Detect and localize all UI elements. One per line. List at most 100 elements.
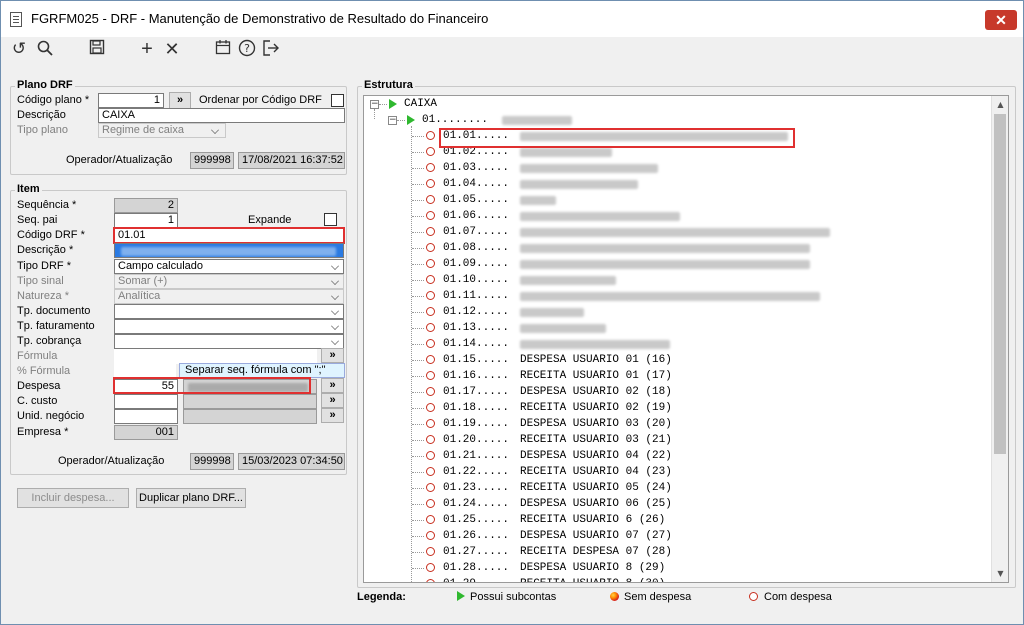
codigo-plano-input[interactable]: 1 xyxy=(98,93,164,108)
seq-pai-input[interactable]: 1 xyxy=(114,213,178,228)
descricao-item-input[interactable] xyxy=(114,243,344,258)
tree-row-desc[interactable]: RECEITA USUARIO 6 (26) xyxy=(520,512,665,528)
tree-row-code[interactable]: 01.05..... xyxy=(443,192,509,208)
formula-lookup-button[interactable]: » xyxy=(321,348,344,363)
calendar-icon[interactable] xyxy=(213,39,233,59)
tree-row-desc[interactable]: DESPESA USUARIO 03 (20) xyxy=(520,416,672,432)
tree-row-code[interactable]: 01.10..... xyxy=(443,272,509,288)
tree-connector xyxy=(412,440,424,441)
despesa-lookup-button[interactable]: » xyxy=(321,378,344,393)
undo-icon[interactable]: ↺ xyxy=(9,39,29,59)
unid-negocio-lookup-button[interactable]: » xyxy=(321,408,344,423)
expande-label: Expande xyxy=(248,214,292,226)
tree-scrollbar[interactable]: ▲ ▼ xyxy=(991,96,1008,582)
tree-row-code[interactable]: 01.29..... xyxy=(443,576,509,582)
tree-row-code[interactable]: 01.19..... xyxy=(443,416,509,432)
tree-row-code[interactable]: 01.23..... xyxy=(443,480,509,496)
tree-connector xyxy=(374,109,375,119)
tree-row-code[interactable]: 01.27..... xyxy=(443,544,509,560)
tree-row-code[interactable]: 01.20..... xyxy=(443,432,509,448)
tree-connector xyxy=(412,168,424,169)
add-icon[interactable]: + xyxy=(137,39,157,59)
collapse-icon[interactable]: − xyxy=(370,100,379,109)
tree-row-redacted xyxy=(520,340,670,349)
ccusto-description xyxy=(183,394,317,409)
tree-row-desc[interactable]: RECEITA USUARIO 02 (19) xyxy=(520,400,672,416)
tree-row-code[interactable]: 01.28..... xyxy=(443,560,509,576)
delete-icon[interactable]: ✕ xyxy=(162,39,182,59)
tipo-drf-select[interactable]: Campo calculado xyxy=(114,259,344,274)
unid-negocio-input[interactable] xyxy=(114,409,178,424)
tp-cobranca-label: Tp. cobrança xyxy=(17,335,82,347)
scroll-down-icon[interactable]: ▼ xyxy=(992,565,1008,582)
collapse-icon[interactable]: − xyxy=(388,116,397,125)
formula-input[interactable] xyxy=(114,349,317,364)
title-bar: FGRFM025 - DRF - Manutenção de Demonstra… xyxy=(1,1,1023,37)
exit-icon[interactable] xyxy=(261,39,281,59)
descricao-plano-input[interactable]: CAIXA xyxy=(98,108,345,123)
tree-row-desc[interactable]: RECEITA USUARIO 03 (21) xyxy=(520,432,672,448)
close-button[interactable]: ✕ xyxy=(985,10,1017,30)
tree-row-code[interactable]: 01.12..... xyxy=(443,304,509,320)
tree-row-code[interactable]: 01.04..... xyxy=(443,176,509,192)
tree-row-desc[interactable]: DESPESA USUARIO 06 (25) xyxy=(520,496,672,512)
com-despesa-icon xyxy=(426,435,435,444)
ordenar-checkbox[interactable] xyxy=(331,94,344,107)
tree-row-desc[interactable]: RECEITA USUARIO 01 (17) xyxy=(520,368,672,384)
tree-row-desc[interactable]: RECEITA USUARIO 05 (24) xyxy=(520,480,672,496)
tp-cobranca-select[interactable] xyxy=(114,334,344,349)
help-icon[interactable]: ? xyxy=(237,39,257,59)
tree-level1[interactable]: 01........ xyxy=(422,112,488,128)
expande-checkbox[interactable] xyxy=(324,213,337,226)
duplicar-plano-button[interactable]: Duplicar plano DRF... xyxy=(136,488,246,508)
tree-connector xyxy=(412,216,424,217)
tree-row-code[interactable]: 01.03..... xyxy=(443,160,509,176)
tree-row-code[interactable]: 01.25..... xyxy=(443,512,509,528)
incluir-despesa-button[interactable]: Incluir despesa... xyxy=(17,488,129,508)
document-icon xyxy=(10,12,22,27)
tree-row-code[interactable]: 01.16..... xyxy=(443,368,509,384)
tree-row-desc[interactable]: DESPESA USUARIO 02 (18) xyxy=(520,384,672,400)
tree-row-desc[interactable]: DESPESA USUARIO 8 (29) xyxy=(520,560,665,576)
save-icon[interactable] xyxy=(87,39,107,59)
tree-root[interactable]: CAIXA xyxy=(404,96,437,112)
tree-row-desc[interactable]: DESPESA USUARIO 04 (22) xyxy=(520,448,672,464)
tree-connector xyxy=(412,408,424,409)
tree-row-code[interactable]: 01.06..... xyxy=(443,208,509,224)
ccusto-input[interactable] xyxy=(114,394,178,409)
tree-row-code[interactable]: 01.09..... xyxy=(443,256,509,272)
tree-row-redacted xyxy=(520,228,830,237)
tree-row-code[interactable]: 01.07..... xyxy=(443,224,509,240)
tree-row-desc[interactable]: RECEITA USUARIO 04 (23) xyxy=(520,464,672,480)
natureza-select: Analítica xyxy=(114,289,344,304)
tp-faturamento-select[interactable] xyxy=(114,319,344,334)
tree-row-code[interactable]: 01.18..... xyxy=(443,400,509,416)
tree-row-code[interactable]: 01.14..... xyxy=(443,336,509,352)
codigo-plano-lookup-button[interactable]: » xyxy=(169,92,191,109)
tree-connector xyxy=(412,152,424,153)
com-despesa-icon xyxy=(426,547,435,556)
tree-row-desc[interactable]: RECEITA USUARIO 8 (30) xyxy=(520,576,665,582)
tp-documento-select[interactable] xyxy=(114,304,344,319)
tree-row-code[interactable]: 01.24..... xyxy=(443,496,509,512)
estrutura-tree[interactable]: − CAIXA − 01........ 01.01..... 01.02....… xyxy=(363,95,1009,583)
tree-row-code[interactable]: 01.17..... xyxy=(443,384,509,400)
chevron-down-icon xyxy=(331,262,339,270)
tree-row-desc[interactable]: DESPESA USUARIO 01 (16) xyxy=(520,352,672,368)
tree-row-code[interactable]: 01.15..... xyxy=(443,352,509,368)
tree-row-code[interactable]: 01.21..... xyxy=(443,448,509,464)
com-despesa-icon xyxy=(426,531,435,540)
search-icon[interactable] xyxy=(35,39,55,59)
tree-row-code[interactable]: 01.08..... xyxy=(443,240,509,256)
tree-row-code[interactable]: 01.26..... xyxy=(443,528,509,544)
tree-row-redacted xyxy=(520,180,638,189)
ccusto-lookup-button[interactable]: » xyxy=(321,393,344,408)
tree-row-code[interactable]: 01.13..... xyxy=(443,320,509,336)
tree-row-code[interactable]: 01.11..... xyxy=(443,288,509,304)
tree-row-desc[interactable]: RECEITA DESPESA 07 (28) xyxy=(520,544,672,560)
com-despesa-icon xyxy=(426,579,435,582)
scroll-up-icon[interactable]: ▲ xyxy=(992,96,1008,113)
tree-row-code[interactable]: 01.22..... xyxy=(443,464,509,480)
scroll-thumb[interactable] xyxy=(994,114,1006,454)
tree-row-desc[interactable]: DESPESA USUARIO 07 (27) xyxy=(520,528,672,544)
